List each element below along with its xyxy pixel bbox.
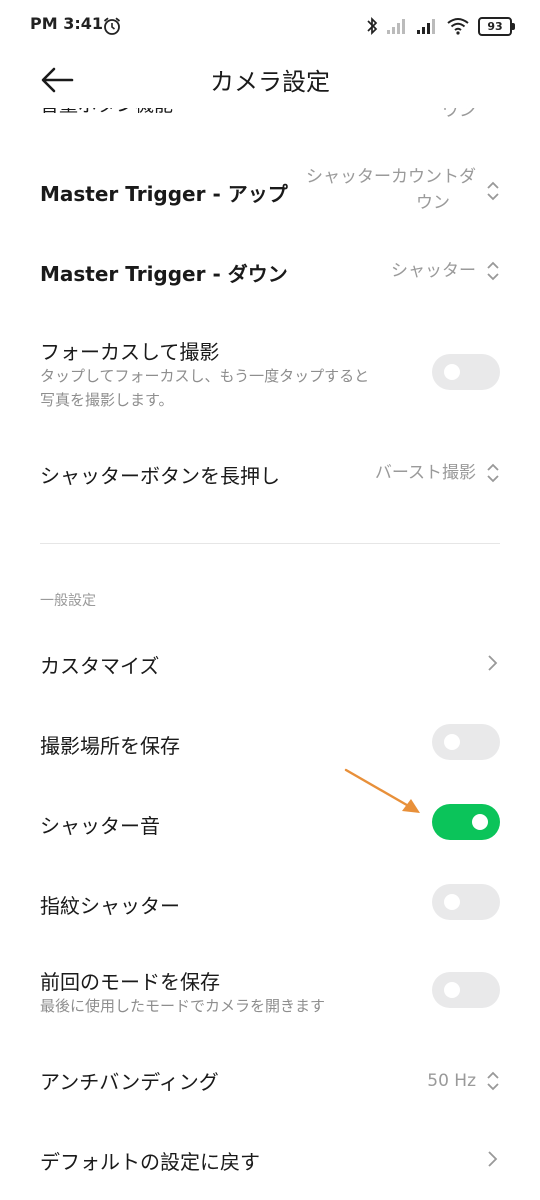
alarm-icon xyxy=(103,17,121,35)
save-mode-row[interactable]: 前回のモードを保存 最後に使用したモードでカメラを開きます xyxy=(0,964,540,1034)
customize-label: カスタマイズ xyxy=(40,654,160,678)
master-trigger-down-value: シャッター xyxy=(391,261,476,281)
focus-shoot-label: フォーカスして撮影 xyxy=(40,340,220,364)
master-trigger-up-label: Master Trigger - アップ xyxy=(40,182,288,206)
volume-button-value: ワン xyxy=(442,108,476,121)
fingerprint-shutter-label: 指紋シャッター xyxy=(40,894,180,918)
section-title-general: 一般設定 xyxy=(40,593,96,609)
focus-shoot-row[interactable]: フォーカスして撮影 タップしてフォーカスし、もう一度タップすると 写真を撮影しま… xyxy=(0,330,540,420)
volume-button-label: 音量ボタン機能 xyxy=(40,108,173,117)
chevron-right-icon xyxy=(488,1151,498,1167)
divider xyxy=(40,543,500,544)
up-down-chevron-icon xyxy=(487,181,499,201)
chevron-right-icon xyxy=(488,655,498,671)
settings-list[interactable]: 音量ボタン機能 ワン Master Trigger - アップ シャッターカウン… xyxy=(0,108,540,1200)
focus-shoot-description: タップしてフォーカスし、もう一度タップすると 写真を撮影します。 xyxy=(40,367,370,409)
save-mode-description: 最後に使用したモードでカメラを開きます xyxy=(40,997,326,1015)
signal-icon xyxy=(417,19,435,34)
master-trigger-down-label: Master Trigger - ダウン xyxy=(40,262,288,286)
reset-defaults-label: デフォルトの設定に戻す xyxy=(40,1150,260,1174)
status-icons: 93 xyxy=(366,14,515,38)
save-location-row[interactable]: 撮影場所を保存 xyxy=(0,720,540,770)
long-press-value: バースト撮影 xyxy=(374,463,476,483)
customize-row[interactable]: カスタマイズ xyxy=(0,638,540,688)
master-trigger-up-row[interactable]: Master Trigger - アップ シャッターカウントダ ウン xyxy=(0,160,540,224)
up-down-chevron-icon xyxy=(487,463,499,483)
annotation-arrow-icon xyxy=(344,768,420,813)
long-press-label: シャッターボタンを長押し xyxy=(40,464,280,488)
header: カメラ設定 xyxy=(0,52,540,108)
up-down-chevron-icon xyxy=(487,261,499,281)
status-bar: PM 3:41 93 xyxy=(0,0,540,52)
save-mode-toggle[interactable] xyxy=(432,972,500,1008)
fingerprint-shutter-toggle[interactable] xyxy=(432,884,500,920)
page-title: カメラ設定 xyxy=(210,68,330,96)
long-press-row[interactable]: シャッターボタンを長押し バースト撮影 xyxy=(0,448,540,502)
bluetooth-icon xyxy=(367,16,378,36)
master-trigger-down-row[interactable]: Master Trigger - ダウン シャッター xyxy=(0,244,540,298)
status-time: PM 3:41 xyxy=(30,14,104,33)
master-trigger-up-value: シャッターカウントダ ウン xyxy=(306,167,476,213)
up-down-chevron-icon xyxy=(487,1071,499,1091)
focus-shoot-toggle[interactable] xyxy=(432,354,500,390)
battery-icon: 93 xyxy=(478,16,515,36)
signal-icon xyxy=(387,19,405,34)
save-mode-label: 前回のモードを保存 xyxy=(40,970,220,994)
fingerprint-shutter-row[interactable]: 指紋シャッター xyxy=(0,880,540,930)
shutter-sound-toggle[interactable] xyxy=(432,804,500,840)
anti-banding-row[interactable]: アンチバンディング 50 Hz xyxy=(0,1060,540,1110)
shutter-sound-row[interactable]: シャッター音 xyxy=(0,800,540,850)
save-location-label: 撮影場所を保存 xyxy=(40,734,180,758)
reset-defaults-row[interactable]: デフォルトの設定に戻す xyxy=(0,1142,540,1192)
shutter-sound-label: シャッター音 xyxy=(40,814,160,838)
anti-banding-label: アンチバンディング xyxy=(40,1070,219,1094)
save-location-toggle[interactable] xyxy=(432,724,500,760)
volume-button-row[interactable]: 音量ボタン機能 ワン xyxy=(0,108,540,130)
anti-banding-value: 50 Hz xyxy=(427,1071,476,1091)
wifi-icon xyxy=(447,18,469,35)
